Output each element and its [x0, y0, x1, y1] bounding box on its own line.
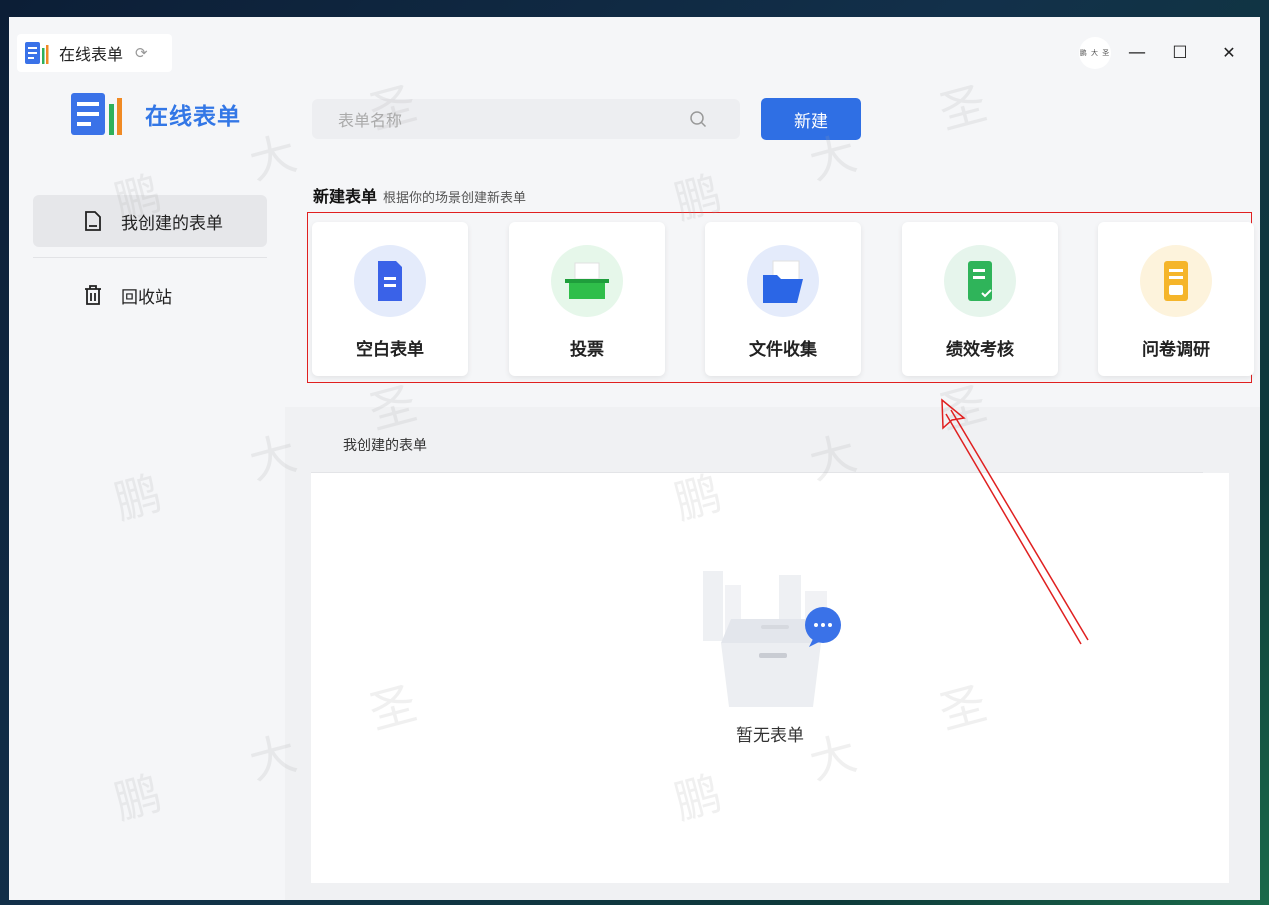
blank-form-icon — [354, 245, 426, 317]
template-card-vote[interactable]: 投票 — [509, 222, 665, 376]
my-forms-title: 我创建的表单 — [343, 438, 427, 454]
folder-icon — [747, 245, 819, 317]
brand-logo-icon — [71, 93, 122, 135]
app-title: 在线表单 — [59, 45, 124, 64]
app-logo-icon — [25, 42, 49, 64]
sidebar-item-recycle-bin[interactable]: 回收站 — [33, 269, 267, 321]
brand: 在线表单 — [71, 93, 241, 135]
template-card-label: 空白表单 — [356, 340, 424, 360]
checklist-icon — [944, 245, 1016, 317]
sidebar: 在线表单 我创建的表单 回收站 — [9, 79, 285, 900]
search-input[interactable] — [336, 99, 680, 141]
app-window: 在线表单 ⟳ 鹏 大 圣 — ☐ ✕ 在线表单 我创建的表单 回收站 表单名称 … — [9, 17, 1260, 900]
new-form-button[interactable]: 新建 — [761, 98, 861, 140]
document-icon — [83, 210, 103, 232]
template-card-label: 文件收集 — [749, 340, 817, 360]
template-section-title: 新建表单 — [313, 187, 378, 206]
close-button[interactable]: ✕ — [1214, 39, 1244, 67]
app-tab[interactable]: 在线表单 ⟳ — [17, 34, 172, 72]
template-section-header: 新建表单 根据你的场景创建新表单 — [313, 183, 526, 207]
template-card-file-collection[interactable]: 文件收集 — [705, 222, 861, 376]
search-bar — [312, 99, 740, 141]
template-card-performance[interactable]: 绩效考核 — [902, 222, 1058, 376]
sidebar-divider — [33, 257, 267, 258]
brand-name: 在线表单 — [145, 104, 241, 130]
minimize-button[interactable]: — — [1122, 39, 1152, 67]
maximize-button[interactable]: ☐ — [1165, 39, 1195, 67]
template-card-label: 绩效考核 — [946, 340, 1014, 360]
template-card-survey[interactable]: 问卷调研 — [1098, 222, 1254, 376]
sidebar-item-label: 我创建的表单 — [121, 213, 223, 234]
empty-box-icon — [703, 571, 841, 707]
empty-state: 暂无表单 — [311, 473, 1229, 883]
search-icon[interactable] — [688, 109, 708, 129]
sidebar-item-label: 回收站 — [121, 287, 172, 308]
template-section-subtitle: 根据你的场景创建新表单 — [383, 191, 527, 206]
user-avatar[interactable]: 鹏 大 圣 — [1079, 37, 1111, 69]
template-card-blank[interactable]: 空白表单 — [312, 222, 468, 376]
title-bar: 在线表单 ⟳ 鹏 大 圣 — ☐ ✕ — [9, 17, 1260, 79]
empty-state-text: 暂无表单 — [736, 726, 804, 746]
sidebar-item-my-forms[interactable]: 我创建的表单 — [33, 195, 267, 247]
vote-box-icon — [551, 245, 623, 317]
survey-icon — [1140, 245, 1212, 317]
refresh-icon[interactable]: ⟳ — [135, 44, 148, 62]
template-card-label: 投票 — [570, 340, 604, 360]
template-card-label: 问卷调研 — [1142, 340, 1210, 360]
trash-icon — [83, 284, 103, 306]
